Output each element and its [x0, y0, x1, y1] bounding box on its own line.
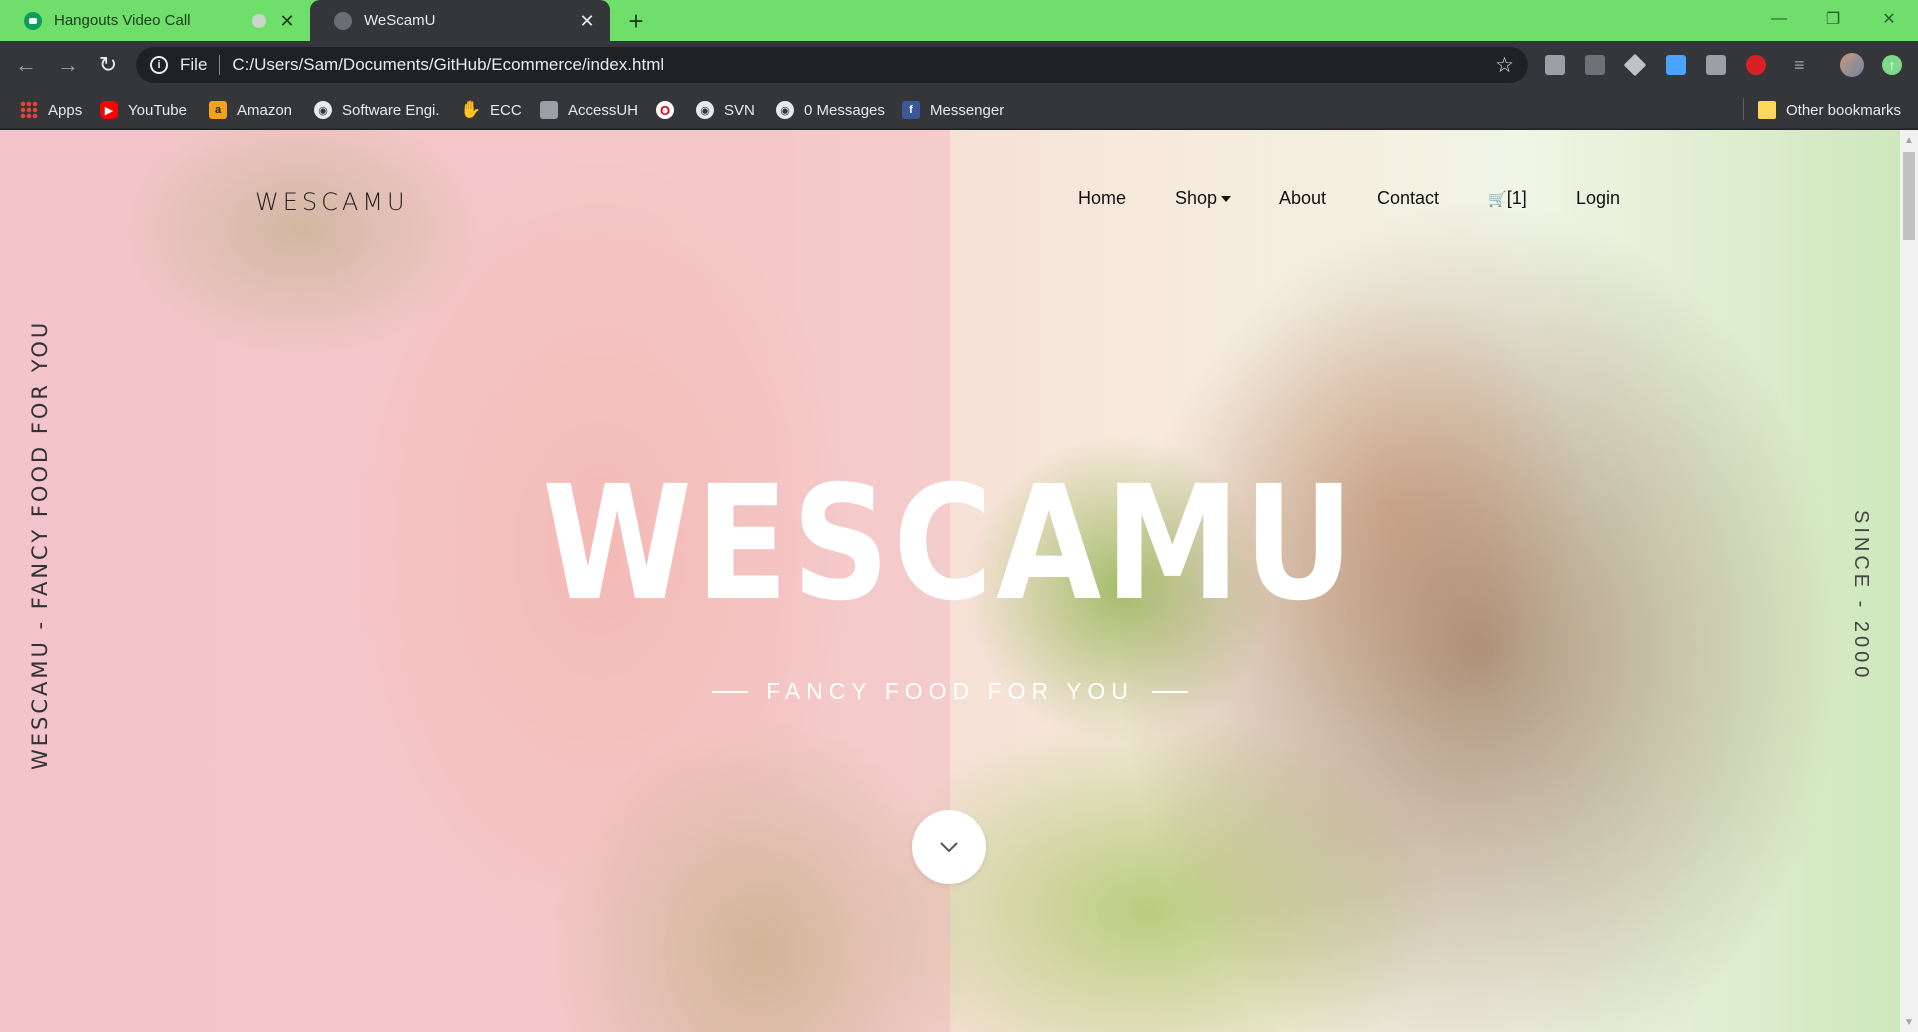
ecc-icon: ✋: [460, 100, 482, 119]
facebook-icon: f: [902, 101, 920, 119]
browser-toolbar: ← → ↻ i File C:/Users/Sam/Documents/GitH…: [0, 41, 1918, 89]
google-drive-icon[interactable]: [1623, 53, 1647, 77]
nav-shop[interactable]: Shop: [1175, 188, 1232, 209]
extension-icon[interactable]: [1585, 55, 1605, 75]
bookmark-label: Apps: [48, 101, 83, 119]
extension-icon[interactable]: [1545, 55, 1565, 75]
extension-icon[interactable]: [1666, 55, 1686, 75]
close-tab-icon[interactable]: ✕: [278, 12, 296, 30]
bookmark-messenger[interactable]: f Messenger: [902, 99, 1004, 121]
accessuh-icon: [540, 101, 558, 119]
close-tab-icon[interactable]: ✕: [578, 12, 596, 30]
tab-title: Hangouts Video Call: [54, 12, 191, 29]
other-bookmarks[interactable]: Other bookmarks: [1758, 99, 1901, 121]
globe-icon: ◉: [314, 101, 332, 119]
bookmark-accessuh[interactable]: AccessUH: [540, 99, 638, 121]
site-info-icon[interactable]: i: [150, 56, 168, 74]
globe-icon: ◉: [776, 101, 794, 119]
adblock-plus-icon[interactable]: [1746, 55, 1766, 75]
bookmark-label: Amazon: [237, 101, 293, 119]
amazon-icon: a: [209, 101, 227, 119]
bookmark-apps[interactable]: Apps: [20, 99, 82, 121]
address-bar[interactable]: i File C:/Users/Sam/Documents/GitHub/Eco…: [136, 47, 1528, 83]
close-window-button[interactable]: ✕: [1862, 0, 1916, 38]
hero-subtitle: FANCY FOOD FOR YOU: [0, 678, 1900, 705]
bookmarks-divider: [1743, 98, 1744, 120]
bookmark-label: Messenger: [930, 101, 1005, 119]
globe-icon: [334, 11, 352, 30]
bookmark-amazon[interactable]: a Amazon: [209, 99, 292, 121]
chevron-down-icon: [940, 842, 958, 853]
page-scrollbar[interactable]: ▲ ▼: [1900, 130, 1918, 1032]
caret-down-icon: [1221, 196, 1232, 203]
tab-hangouts[interactable]: Hangouts Video Call ✕: [0, 0, 310, 41]
bookmark-label: YouTube: [128, 101, 187, 119]
scroll-down-arrow-icon[interactable]: ▼: [1900, 1014, 1918, 1030]
profile-avatar[interactable]: [1840, 53, 1864, 77]
tab-strip: Hangouts Video Call ✕ WeScamU ✕ + — ❐ ✕: [0, 0, 1918, 41]
restore-button[interactable]: ❐: [1806, 0, 1860, 38]
bookmark-svn[interactable]: ◉ SVN: [696, 99, 755, 121]
side-tagline: WESCAMU - FANCY FOOD FOR YOU: [28, 319, 52, 770]
cart-icon: 🛒: [1488, 191, 1507, 208]
opera-icon: O: [656, 101, 674, 119]
media-controls-icon[interactable]: ≡: [1794, 55, 1814, 75]
back-button[interactable]: ←: [12, 51, 40, 79]
bookmark-opera[interactable]: O: [656, 99, 684, 121]
nav-about[interactable]: About: [1279, 188, 1326, 209]
hangouts-icon: [24, 11, 42, 30]
folder-icon: [1758, 101, 1776, 119]
bookmark-label: AccessUH: [568, 101, 639, 119]
nav-login[interactable]: Login: [1576, 188, 1620, 209]
tab-title: WeScamU: [364, 12, 436, 29]
minimize-button[interactable]: —: [1752, 0, 1806, 38]
nav-home[interactable]: Home: [1078, 188, 1126, 209]
nav-cart[interactable]: 🛒[1]: [1488, 188, 1527, 209]
hero-title: WESCAMU: [542, 452, 1358, 636]
bookmark-youtube[interactable]: ▶ YouTube: [100, 99, 187, 121]
recording-indicator-icon: [252, 13, 266, 28]
tab-wescamu[interactable]: WeScamU ✕: [310, 0, 610, 41]
hero-subtitle-text: FANCY FOOD FOR YOU: [766, 678, 1134, 704]
bookmark-label: Software Engi.: [342, 101, 440, 119]
forward-button[interactable]: →: [54, 51, 82, 79]
new-tab-button[interactable]: +: [620, 6, 652, 36]
extension-icon[interactable]: [1706, 55, 1726, 75]
cart-count: [1]: [1506, 188, 1527, 208]
globe-icon: ◉: [696, 101, 714, 119]
bookmark-label: ECC: [490, 101, 522, 119]
youtube-icon: ▶: [100, 101, 118, 119]
apps-grid-icon: [20, 101, 38, 119]
url-scheme: File: [180, 55, 208, 74]
bookmark-label: Other bookmarks: [1786, 101, 1902, 119]
bookmark-label: 0 Messages: [804, 101, 885, 119]
site-brand-logo[interactable]: WESCAMU: [255, 188, 409, 216]
bookmark-star-icon[interactable]: ☆: [1495, 53, 1514, 78]
subtitle-line-right: [1151, 690, 1188, 693]
update-icon[interactable]: ↑: [1882, 55, 1902, 75]
nav-contact[interactable]: Contact: [1377, 188, 1439, 209]
bookmark-messages[interactable]: ◉ 0 Messages: [776, 99, 885, 121]
scrollbar-thumb[interactable]: [1903, 152, 1915, 240]
url-text[interactable]: C:/Users/Sam/Documents/GitHub/Ecommerce/…: [232, 55, 664, 75]
reload-button[interactable]: ↻: [94, 51, 122, 79]
omnibox-divider: [219, 55, 221, 75]
nav-shop-label: Shop: [1175, 188, 1218, 208]
page-viewport: WESCAMU Home Shop About Contact 🛒[1] Log…: [0, 130, 1900, 1032]
bookmarks-bar: Apps ▶ YouTube a Amazon ◉ Software Engi.…: [0, 89, 1918, 129]
bookmark-ecc[interactable]: ✋ ECC: [460, 99, 522, 121]
subtitle-line-left: [712, 690, 749, 693]
bookmark-label: SVN: [724, 101, 755, 119]
bookmark-software-engi[interactable]: ◉ Software Engi.: [314, 99, 440, 121]
scroll-up-arrow-icon[interactable]: ▲: [1900, 132, 1918, 148]
scroll-down-button[interactable]: [912, 810, 986, 884]
